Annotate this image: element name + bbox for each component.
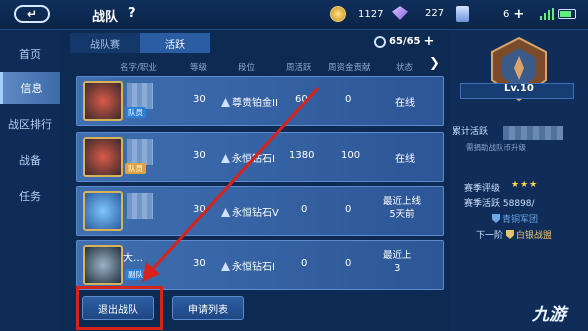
blurred-active-value [503, 126, 563, 140]
upgrade-hint: 需捐助战队币升级 [466, 143, 526, 152]
season-stars: ★★★ [511, 180, 539, 190]
tier-shield-icon [492, 214, 500, 223]
cumulative-active-label: 累计活跃 [452, 127, 489, 137]
season-rating-label: 赛季评级 [464, 184, 501, 194]
team-level: Lv.10 [504, 83, 534, 94]
season-active-value: 58898/ [502, 199, 535, 209]
next-tier-shield-icon [505, 230, 514, 239]
watermark-logo: 九游 [532, 305, 566, 325]
season-active: 赛季活跃 58898/ [464, 199, 535, 209]
current-tier: 青铜军团 [492, 212, 538, 225]
next-tier: 下一阶 白银战盟 [476, 230, 552, 241]
